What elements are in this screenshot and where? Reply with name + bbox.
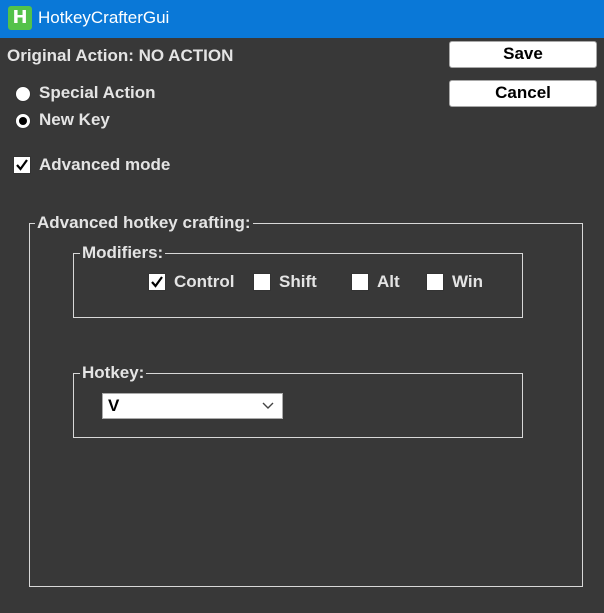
advanced-hotkey-group-title: Advanced hotkey crafting: [35, 213, 253, 233]
win-label[interactable]: Win [452, 272, 483, 292]
special-action-radio[interactable] [15, 86, 31, 102]
shift-checkbox[interactable] [253, 273, 271, 291]
shift-label[interactable]: Shift [279, 272, 317, 292]
radio-selected-dot [19, 117, 27, 125]
save-button[interactable]: Save [449, 41, 597, 68]
modifiers-group-title: Modifiers: [80, 243, 166, 263]
new-key-label[interactable]: New Key [39, 110, 110, 130]
cancel-button[interactable]: Cancel [449, 80, 597, 107]
checkmark-icon [16, 159, 28, 171]
hotkey-selected-value: V [108, 396, 120, 415]
alt-label[interactable]: Alt [377, 272, 400, 292]
window-title: HotkeyCrafterGui [38, 8, 170, 27]
advanced-mode-checkbox[interactable] [13, 156, 31, 174]
hotkey-crafter-window: H HotkeyCrafterGui Original Action: NO A… [0, 0, 604, 613]
new-key-radio[interactable] [15, 113, 31, 129]
checkmark-icon [151, 276, 163, 288]
alt-checkbox[interactable] [351, 273, 369, 291]
win-checkbox[interactable] [426, 273, 444, 291]
title-bar[interactable]: H HotkeyCrafterGui [0, 0, 604, 38]
hotkey-group-title: Hotkey: [80, 363, 147, 383]
advanced-mode-label[interactable]: Advanced mode [39, 155, 170, 175]
control-label[interactable]: Control [174, 272, 234, 292]
special-action-label[interactable]: Special Action [39, 83, 156, 103]
app-h-icon: H [8, 6, 32, 30]
control-checkbox[interactable] [148, 273, 166, 291]
hotkey-dropdown[interactable]: V [102, 393, 283, 419]
original-action-label: Original Action: NO ACTION [7, 46, 234, 65]
chevron-down-icon[interactable] [262, 402, 274, 410]
